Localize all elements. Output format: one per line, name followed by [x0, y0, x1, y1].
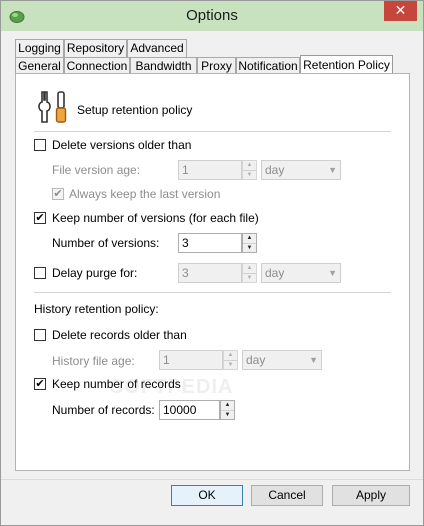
- delay-purge-unit: day: [265, 266, 285, 280]
- chevron-up-icon: ▲: [224, 402, 231, 408]
- tab-repository[interactable]: Repository: [64, 39, 127, 57]
- history-file-age-unit: day: [246, 353, 266, 367]
- delete-records-label: Delete records older than: [52, 328, 187, 342]
- delay-purge-checkbox[interactable]: [34, 267, 46, 279]
- apply-button[interactable]: Apply: [332, 485, 410, 506]
- history-section-label: History retention policy:: [34, 302, 159, 316]
- tab-retention-policy[interactable]: Retention Policy: [300, 55, 393, 75]
- title-bar[interactable]: Options ✕: [1, 1, 423, 31]
- number-of-versions-input[interactable]: 3: [178, 233, 242, 253]
- header-divider: [34, 131, 391, 132]
- chevron-down-icon: ▼: [224, 360, 237, 370]
- delay-purge-input[interactable]: 3: [178, 263, 242, 283]
- history-file-age-stepper[interactable]: ▲ ▼: [223, 350, 238, 370]
- keep-last-version-label: Always keep the last version: [69, 187, 221, 201]
- tab-advanced[interactable]: Advanced: [127, 39, 187, 57]
- dropdown-arrow-icon: ▼: [309, 355, 318, 365]
- window-title: Options: [186, 7, 238, 24]
- options-window: Options ✕ Logging Repository Advanced Ge…: [0, 0, 424, 526]
- number-of-versions-stepper[interactable]: ▲ ▼: [242, 233, 257, 253]
- keep-versions-checkbox[interactable]: ✔: [34, 212, 46, 224]
- footer-divider: [1, 479, 423, 480]
- retention-policy-panel: Setup retention policy Delete versions o…: [15, 73, 410, 471]
- keep-versions-label: Keep number of versions (for each file): [52, 211, 259, 225]
- number-of-versions-label: Number of versions:: [52, 236, 160, 250]
- dropdown-arrow-icon: ▼: [328, 165, 337, 175]
- chevron-down-icon: ▼: [243, 170, 256, 180]
- tools-icon: [38, 91, 67, 123]
- number-of-records-label: Number of records:: [52, 403, 155, 417]
- chevron-up-icon: ▲: [246, 265, 253, 271]
- chevron-down-icon: ▼: [221, 410, 234, 420]
- cancel-button[interactable]: Cancel: [251, 485, 323, 506]
- dropdown-arrow-icon: ▼: [328, 268, 337, 278]
- chevron-up-icon: ▲: [246, 235, 253, 241]
- ok-button[interactable]: OK: [171, 485, 243, 506]
- chevron-down-icon: ▼: [243, 243, 256, 253]
- close-button[interactable]: ✕: [384, 1, 417, 21]
- file-version-age-unit-select[interactable]: day ▼: [261, 160, 341, 180]
- keep-last-version-checkbox[interactable]: ✔: [52, 188, 64, 200]
- header-text: Setup retention policy: [77, 103, 193, 117]
- section-divider: [34, 292, 391, 293]
- number-of-records-stepper[interactable]: ▲ ▼: [220, 400, 235, 420]
- delay-purge-stepper[interactable]: ▲ ▼: [242, 263, 257, 283]
- history-file-age-label: History file age:: [52, 354, 135, 368]
- keep-records-checkbox[interactable]: ✔: [34, 378, 46, 390]
- delete-versions-checkbox[interactable]: [34, 139, 46, 151]
- chevron-up-icon: ▲: [246, 162, 253, 168]
- watermark: SOFTPEDIA: [110, 376, 234, 398]
- tab-logging[interactable]: Logging: [15, 39, 64, 57]
- delay-purge-label: Delay purge for:: [52, 266, 138, 280]
- history-file-age-unit-select[interactable]: day ▼: [242, 350, 322, 370]
- file-version-age-input[interactable]: 1: [178, 160, 242, 180]
- file-version-age-label: File version age:: [52, 163, 141, 177]
- delete-records-checkbox[interactable]: [34, 329, 46, 341]
- number-of-records-input[interactable]: 10000: [159, 400, 220, 420]
- chevron-up-icon: ▲: [227, 352, 234, 358]
- file-version-age-stepper[interactable]: ▲ ▼: [242, 160, 257, 180]
- delay-purge-unit-select[interactable]: day ▼: [261, 263, 341, 283]
- chevron-down-icon: ▼: [243, 273, 256, 283]
- history-file-age-input[interactable]: 1: [159, 350, 223, 370]
- file-version-age-unit: day: [265, 163, 285, 177]
- delete-versions-label: Delete versions older than: [52, 138, 192, 152]
